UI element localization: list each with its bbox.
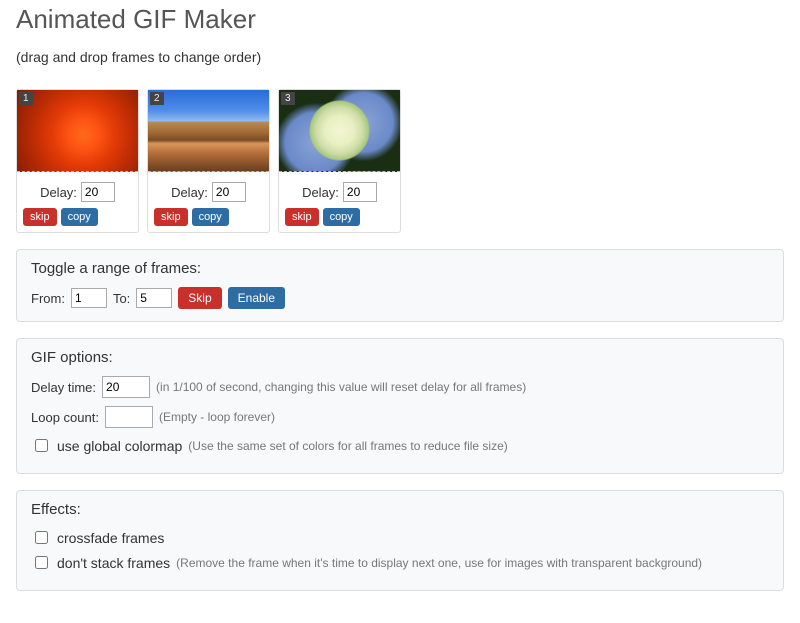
copy-button[interactable]: copy bbox=[323, 208, 360, 226]
crossfade-checkbox[interactable] bbox=[35, 531, 48, 544]
loop-count-hint: (Empty - loop forever) bbox=[159, 410, 275, 424]
frame-card[interactable]: 2 Delay: skip copy bbox=[147, 89, 270, 233]
skip-button[interactable]: skip bbox=[154, 208, 188, 226]
toggle-range-panel: Toggle a range of frames: From: To: Skip… bbox=[16, 249, 784, 322]
effects-title: Effects: bbox=[31, 501, 769, 518]
frame-thumbnail[interactable]: 1 bbox=[17, 90, 138, 172]
global-colormap-hint: (Use the same set of colors for all fram… bbox=[188, 439, 507, 453]
frame-index-badge: 1 bbox=[19, 92, 33, 105]
loop-count-label: Loop count: bbox=[31, 410, 99, 425]
delay-time-hint: (in 1/100 of second, changing this value… bbox=[156, 380, 526, 394]
delay-label: Delay: bbox=[302, 185, 339, 200]
gif-options-panel: GIF options: Delay time: (in 1/100 of se… bbox=[16, 338, 784, 474]
frame-index-badge: 2 bbox=[150, 92, 164, 105]
delay-input[interactable] bbox=[81, 182, 115, 202]
skip-button[interactable]: skip bbox=[23, 208, 57, 226]
copy-button[interactable]: copy bbox=[61, 208, 98, 226]
frame-thumbnail[interactable]: 2 bbox=[148, 90, 269, 172]
skip-button[interactable]: skip bbox=[285, 208, 319, 226]
global-colormap-label: use global colormap bbox=[57, 438, 182, 454]
page-title: Animated GIF Maker bbox=[16, 4, 784, 35]
frames-strip: 1 Delay: skip copy 2 Delay: skip copy 3 … bbox=[16, 89, 784, 233]
frame-card[interactable]: 3 Delay: skip copy bbox=[278, 89, 401, 233]
range-skip-button[interactable]: Skip bbox=[178, 287, 221, 309]
toggle-range-title: Toggle a range of frames: bbox=[31, 260, 769, 277]
frame-thumbnail[interactable]: 3 bbox=[279, 90, 400, 172]
delay-label: Delay: bbox=[171, 185, 208, 200]
from-input[interactable] bbox=[71, 288, 107, 308]
gif-options-title: GIF options: bbox=[31, 349, 769, 366]
dont-stack-label: don't stack frames bbox=[57, 555, 170, 571]
global-colormap-checkbox[interactable] bbox=[35, 439, 48, 452]
frame-index-badge: 3 bbox=[281, 92, 295, 105]
delay-time-input[interactable] bbox=[102, 376, 150, 398]
reorder-hint: (drag and drop frames to change order) bbox=[16, 49, 784, 65]
copy-button[interactable]: copy bbox=[192, 208, 229, 226]
from-label: From: bbox=[31, 291, 65, 306]
dont-stack-checkbox[interactable] bbox=[35, 556, 48, 569]
crossfade-label: crossfade frames bbox=[57, 530, 164, 546]
effects-panel: Effects: crossfade frames don't stack fr… bbox=[16, 490, 784, 591]
frame-card[interactable]: 1 Delay: skip copy bbox=[16, 89, 139, 233]
delay-input[interactable] bbox=[212, 182, 246, 202]
delay-time-label: Delay time: bbox=[31, 380, 96, 395]
dont-stack-hint: (Remove the frame when it's time to disp… bbox=[176, 556, 702, 570]
delay-label: Delay: bbox=[40, 185, 77, 200]
range-enable-button[interactable]: Enable bbox=[228, 287, 285, 309]
to-label: To: bbox=[113, 291, 130, 306]
loop-count-input[interactable] bbox=[105, 406, 153, 428]
to-input[interactable] bbox=[136, 288, 172, 308]
delay-input[interactable] bbox=[343, 182, 377, 202]
